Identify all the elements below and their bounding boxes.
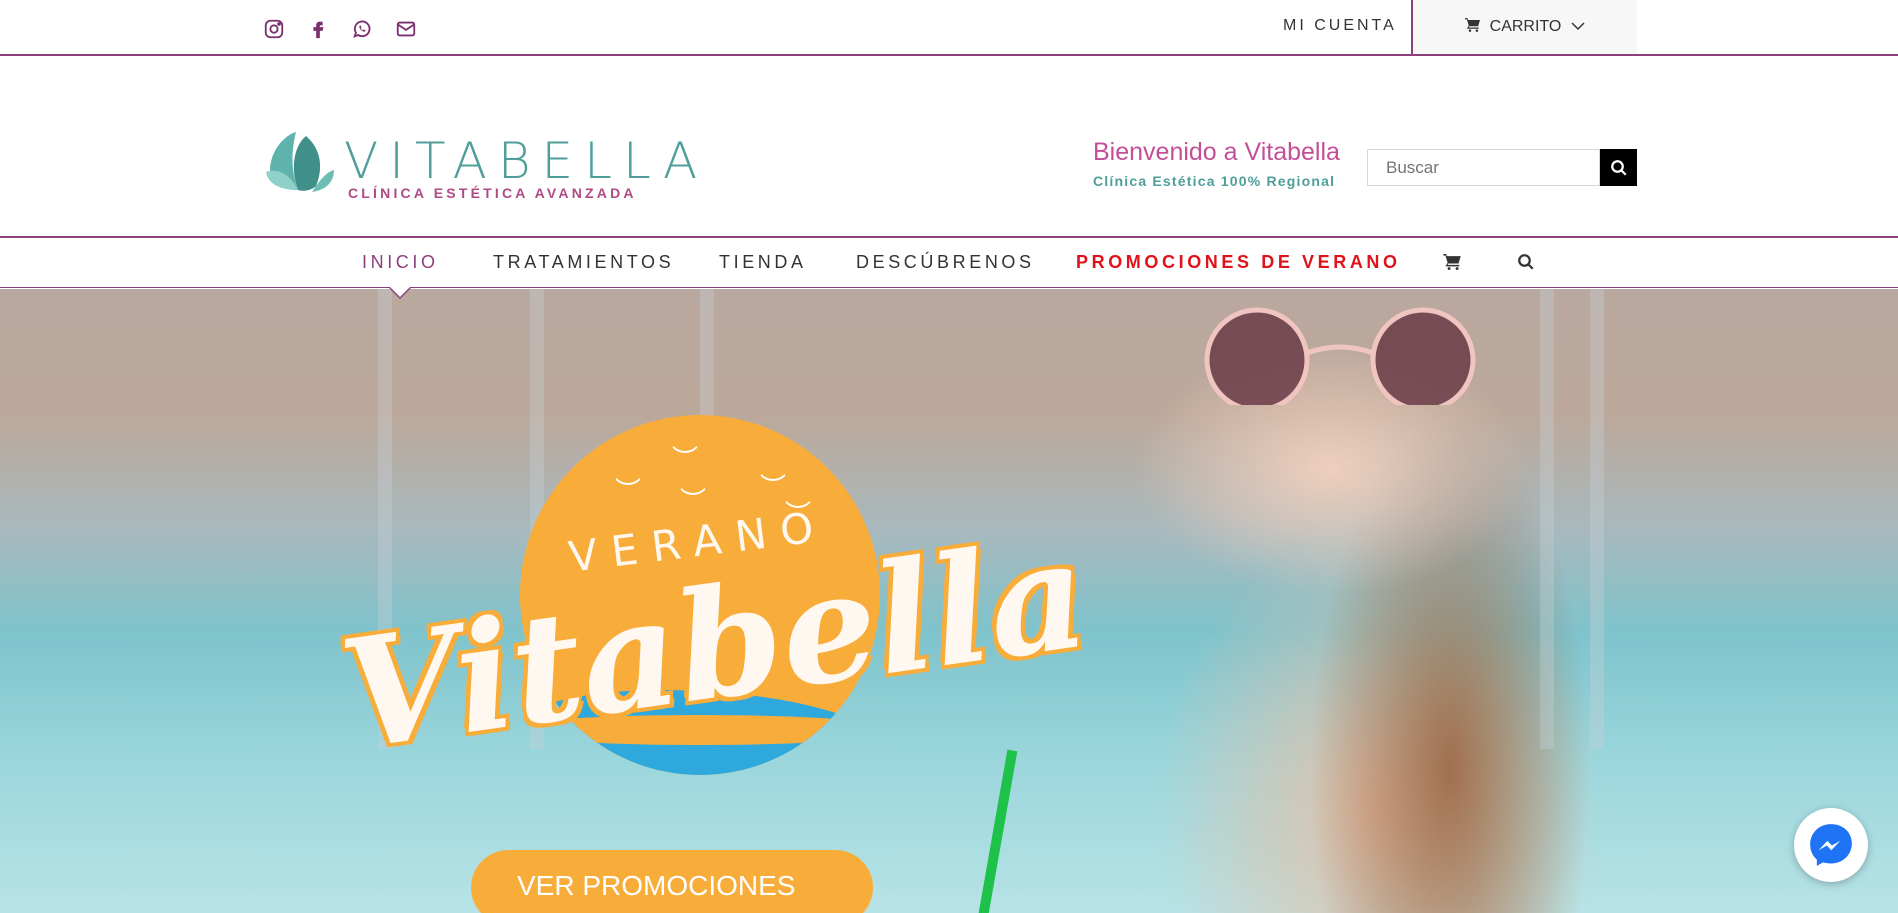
nav-item-inicio[interactable]: INICIO — [362, 252, 439, 273]
logo-brand-text: VITABELLA — [344, 132, 709, 190]
top-bar: MI CUENTA CARRITO — [0, 0, 1898, 56]
welcome-subtitle: Clínica Estética 100% Regional — [1093, 173, 1336, 189]
active-nav-indicator — [388, 286, 412, 299]
nav-item-promociones[interactable]: PROMOCIONES DE VERANO — [1076, 252, 1401, 273]
cart-dropdown[interactable]: CARRITO — [1411, 0, 1637, 54]
messenger-icon — [1810, 824, 1852, 866]
bird-icon: ︶ — [615, 476, 642, 506]
search-icon — [1610, 159, 1627, 176]
cart-icon — [1443, 254, 1461, 270]
instagram-icon[interactable] — [262, 17, 286, 41]
nav-search-icon[interactable] — [1517, 253, 1535, 276]
main-nav: INICIO TRATAMIENTOS TIENDA DESCÚBRENOS P… — [0, 238, 1898, 299]
welcome-banner: Bienvenido a Vitabella Clínica Estética … — [1093, 138, 1340, 189]
facebook-icon[interactable] — [306, 17, 330, 41]
email-icon[interactable] — [394, 17, 418, 41]
welcome-title: Bienvenido a Vitabella — [1093, 138, 1340, 166]
logo-tagline: CLÍNICA ESTÉTICA AVANZADA — [348, 185, 637, 201]
nav-item-tienda[interactable]: TIENDA — [719, 252, 807, 273]
hero-banner: ︶ ︶ ︶ ︶ ︶ VERANO Vitabella VER PROMOCION… — [0, 289, 1898, 913]
whatsapp-icon[interactable] — [350, 17, 374, 41]
social-links — [262, 17, 418, 41]
nav-cart-icon[interactable] — [1443, 254, 1461, 275]
search-input[interactable] — [1367, 149, 1600, 186]
chevron-down-icon — [1571, 18, 1585, 36]
nav-item-descubrenos[interactable]: DESCÚBRENOS — [856, 252, 1035, 273]
search-button[interactable] — [1600, 149, 1637, 186]
search-form — [1367, 149, 1637, 186]
site-logo[interactable]: VITABELLA CLÍNICA ESTÉTICA AVANZADA — [262, 128, 697, 201]
search-icon — [1518, 254, 1534, 270]
cart-icon — [1464, 17, 1480, 37]
messenger-chat-button[interactable] — [1794, 808, 1868, 882]
straw-image — [972, 749, 1018, 913]
ver-promociones-button[interactable]: VER PROMOCIONES — [471, 850, 873, 913]
my-account-link[interactable]: MI CUENTA — [1283, 17, 1397, 35]
bird-icon: ︶ — [672, 444, 699, 474]
sunglasses-image — [1204, 307, 1476, 405]
lotus-icon — [266, 132, 334, 192]
nav-item-tratamientos[interactable]: TRATAMIENTOS — [493, 252, 674, 273]
bird-icon: ︶ — [760, 472, 787, 502]
bird-icon: ︶ — [680, 486, 707, 516]
cart-label: CARRITO — [1489, 18, 1562, 35]
site-header: VITABELLA CLÍNICA ESTÉTICA AVANZADA Bien… — [0, 56, 1898, 238]
